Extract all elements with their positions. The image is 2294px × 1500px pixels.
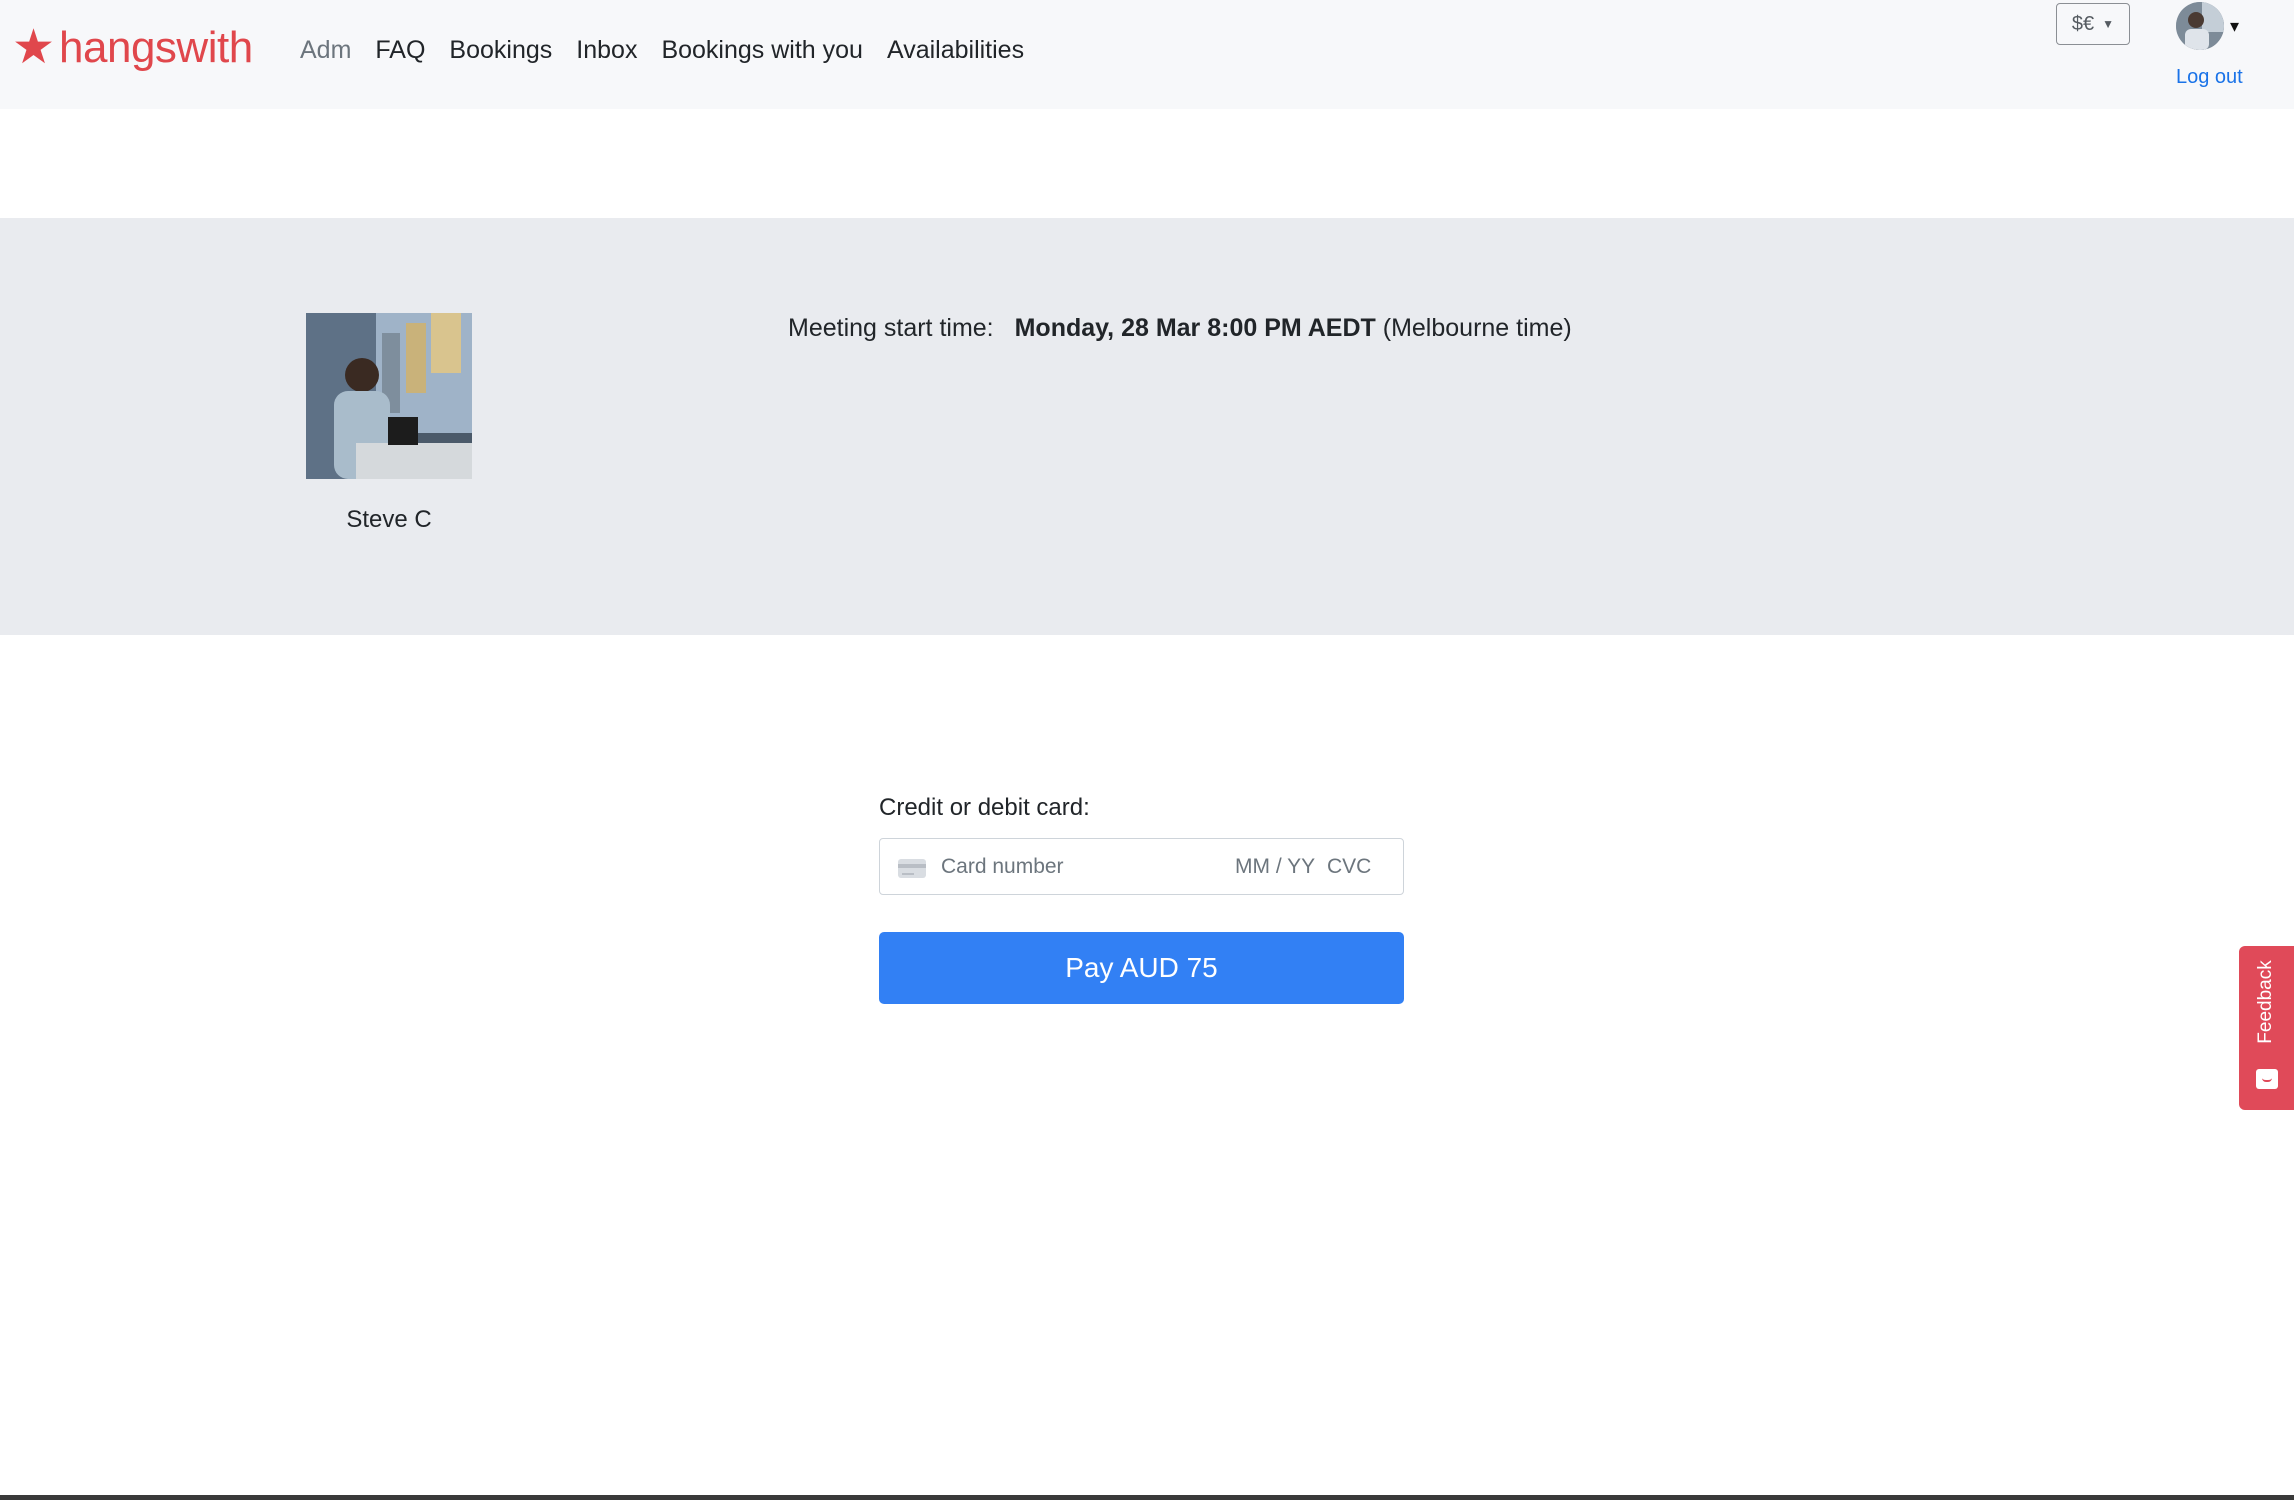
star-icon: ★ [12, 21, 56, 74]
chevron-down-icon: ▾ [2230, 15, 2240, 36]
feedback-label: Feedback [2255, 960, 2276, 1044]
top-navbar: ★ hangswith Adm FAQ Bookings Inbox Booki… [0, 0, 2294, 109]
meeting-panel: Steve C Meeting start time: Monday, 28 M… [0, 218, 2294, 635]
smiley-icon [2256, 1069, 2278, 1089]
user-avatar [2176, 2, 2224, 50]
brand-name: hangswith [59, 23, 253, 72]
card-input[interactable]: Card number MM / YY CVC [879, 838, 1404, 895]
meeting-start-value: Monday, 28 Mar 8:00 PM AEDT [1014, 314, 1376, 342]
card-label: Credit or debit card: [879, 794, 1090, 821]
nav-item-bookings-with-you[interactable]: Bookings with you [661, 30, 863, 70]
currency-select[interactable]: $€ ▼ [2056, 3, 2130, 45]
feedback-tab[interactable]: Feedback [2239, 946, 2294, 1110]
nav-item-inbox[interactable]: Inbox [576, 30, 637, 70]
caret-down-icon: ▼ [2102, 17, 2115, 31]
card-number-input[interactable]: Card number [941, 855, 1064, 879]
meeting-timezone-note: (Melbourne time) [1382, 314, 1572, 342]
nav-item-availabilities[interactable]: Availabilities [887, 30, 1024, 70]
nav-item-adm[interactable]: Adm [300, 30, 351, 70]
user-menu-toggle[interactable]: ▾ [2176, 2, 2239, 50]
card-expiry-input[interactable]: MM / YY [1235, 855, 1315, 879]
currency-value: $€ [2071, 12, 2095, 35]
meeting-start-time: Meeting start time: Monday, 28 Mar 8:00 … [788, 314, 1572, 343]
card-cvc-input[interactable]: CVC [1327, 855, 1371, 879]
host-name: Steve C [346, 506, 432, 533]
brand-logo[interactable]: ★ hangswith [12, 18, 253, 78]
credit-card-icon [898, 859, 926, 878]
pay-button[interactable]: Pay AUD 75 [879, 932, 1404, 1004]
logout-link[interactable]: Log out [2176, 66, 2243, 89]
meeting-start-label: Meeting start time: [788, 314, 994, 342]
host-photo[interactable] [306, 313, 472, 479]
main-nav: Adm FAQ Bookings Inbox Bookings with you… [300, 30, 1048, 70]
bottom-divider [0, 1495, 2294, 1500]
nav-item-faq[interactable]: FAQ [375, 30, 425, 70]
nav-item-bookings[interactable]: Bookings [449, 30, 552, 70]
